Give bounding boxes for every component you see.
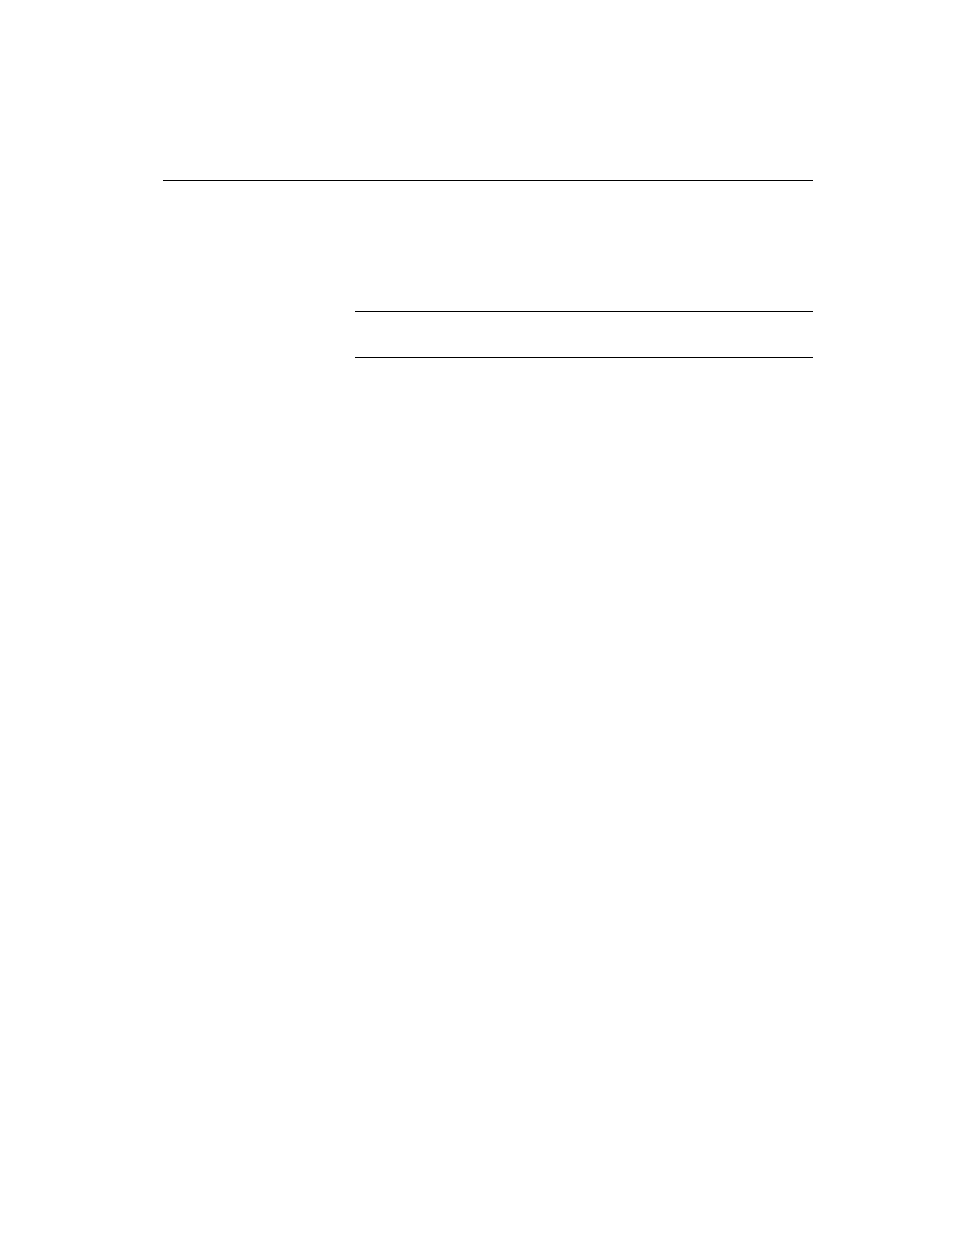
horizontal-rule-top <box>163 180 813 181</box>
horizontal-rule-middle-2 <box>355 357 813 358</box>
horizontal-rule-middle-1 <box>355 311 813 312</box>
